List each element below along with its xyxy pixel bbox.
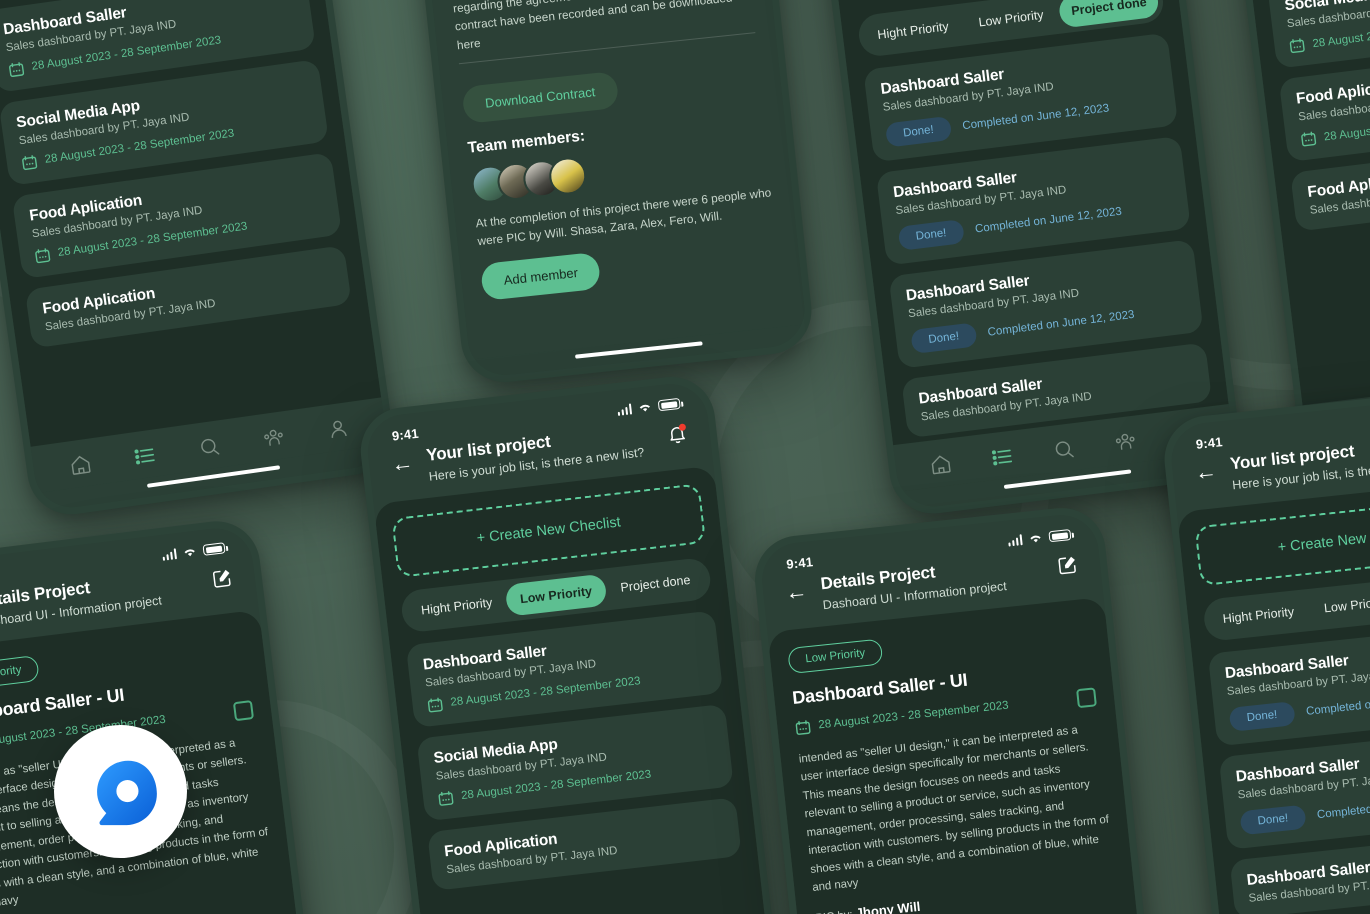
battery-icon <box>202 542 226 556</box>
list-icon[interactable] <box>990 444 1015 473</box>
project-description: intended as "seller UI design," it can b… <box>798 724 1110 895</box>
tab-hight-priority[interactable]: Hight Priority <box>405 585 508 628</box>
back-arrow-icon[interactable]: ← <box>1194 458 1218 485</box>
status-time: 9:41 <box>391 425 420 444</box>
calendar-icon <box>9 61 25 77</box>
edit-compose-icon[interactable] <box>210 567 234 595</box>
project-card[interactable]: Dashboard Saller Sales dashboard by PT. … <box>1218 725 1370 850</box>
completion-date: Completed on June 12, 2023 <box>961 102 1110 133</box>
completion-date: Completed on June 12, 2023 <box>987 308 1136 339</box>
tab-hight-priority[interactable]: Hight Priority <box>862 9 964 53</box>
edit-compose-icon[interactable] <box>1056 553 1080 581</box>
back-arrow-icon[interactable]: ← <box>784 578 808 605</box>
calendar-icon <box>795 720 811 735</box>
logo-mark-icon <box>96 760 157 825</box>
notification-bell-icon[interactable] <box>665 422 689 450</box>
list-icon[interactable] <box>132 443 158 473</box>
project-date: 28 August 2023 - 28 September 2023 <box>817 699 1010 732</box>
team-icon[interactable] <box>261 425 287 455</box>
calendar-icon <box>1301 131 1317 147</box>
add-member-button[interactable]: Add member <box>480 252 602 302</box>
faq-answer: regarding the agreement and details of t… <box>452 0 739 52</box>
completion-date: Completed on June 12, 2023 <box>974 205 1123 236</box>
status-time: 9:41 <box>785 554 814 572</box>
cellular-signal-icon <box>616 403 633 417</box>
pic-label: PIC by: <box>815 909 853 914</box>
wifi-icon <box>1030 535 1041 543</box>
back-arrow-icon[interactable]: ← <box>390 450 415 477</box>
screen-body: + Create New Checlist Hight Priority Low… <box>1176 476 1370 914</box>
priority-badge: Low Priority <box>787 638 884 675</box>
completion-date: Completed on June 12, 2023 <box>1305 690 1370 718</box>
status-time: 9:41 <box>1195 434 1224 452</box>
dribbble-shot-logo <box>54 725 187 858</box>
screen-body: Low Priority Dashboard Saller - UI 28 Au… <box>767 596 1174 914</box>
cellular-signal-icon <box>161 548 178 561</box>
calendar-icon <box>438 790 454 806</box>
project-card[interactable]: Social Media App Sales dashboard by PT. … <box>1267 0 1370 69</box>
checkbox-icon[interactable] <box>232 699 255 722</box>
screen-body: + Create New Checlist Hight Priority Low… <box>0 0 382 447</box>
phone-mockup-list-low-priority: 9:41 ← Your list project Here is your jo… <box>0 0 399 520</box>
search-icon[interactable] <box>1052 437 1077 466</box>
tab-low-priority[interactable]: Low Priority <box>504 573 608 617</box>
search-icon[interactable] <box>197 434 223 464</box>
completion-date: Completed on June 12, 2023 <box>1316 794 1370 822</box>
priority-badge: Low Priority <box>0 654 40 693</box>
calendar-icon <box>35 248 51 264</box>
tab-low-priority[interactable]: Low Priority <box>1306 584 1370 626</box>
tab-project-done[interactable]: Project done <box>1058 0 1160 29</box>
battery-icon <box>1048 529 1072 543</box>
calendar-icon <box>22 155 38 170</box>
project-card[interactable]: Dashboard Saller Sales dashboard by PT. … <box>1207 621 1370 747</box>
checkbox-icon[interactable] <box>1076 687 1097 709</box>
tab-hight-priority[interactable]: Hight Priority <box>1208 594 1309 636</box>
battery-icon <box>657 397 681 412</box>
tab-project-done[interactable]: Project done <box>604 562 707 605</box>
status-badge[interactable]: Done! <box>1239 804 1307 836</box>
status-badge[interactable]: Done! <box>884 115 953 148</box>
wifi-icon <box>184 549 195 557</box>
profile-icon[interactable] <box>326 416 352 446</box>
calendar-icon <box>427 697 443 713</box>
cellular-signal-icon <box>1007 534 1023 547</box>
status-badge[interactable]: Done! <box>1228 701 1296 732</box>
status-badge[interactable]: Done! <box>897 219 965 251</box>
screen-body: + Create New Checlist Hight Priority Low… <box>373 465 789 914</box>
create-new-checklist-button[interactable]: + Create New Checlist <box>1194 494 1370 587</box>
tab-low-priority[interactable]: Low Priority <box>960 0 1062 41</box>
pic-name: Jhony Will <box>854 898 922 914</box>
home-icon[interactable] <box>929 452 954 481</box>
home-icon[interactable] <box>68 452 94 482</box>
status-badge[interactable]: Done! <box>910 322 978 355</box>
team-icon[interactable] <box>1113 429 1138 458</box>
wifi-icon <box>639 404 650 412</box>
calendar-icon <box>1289 38 1305 54</box>
download-contract-button[interactable]: Download Contract <box>461 70 619 124</box>
